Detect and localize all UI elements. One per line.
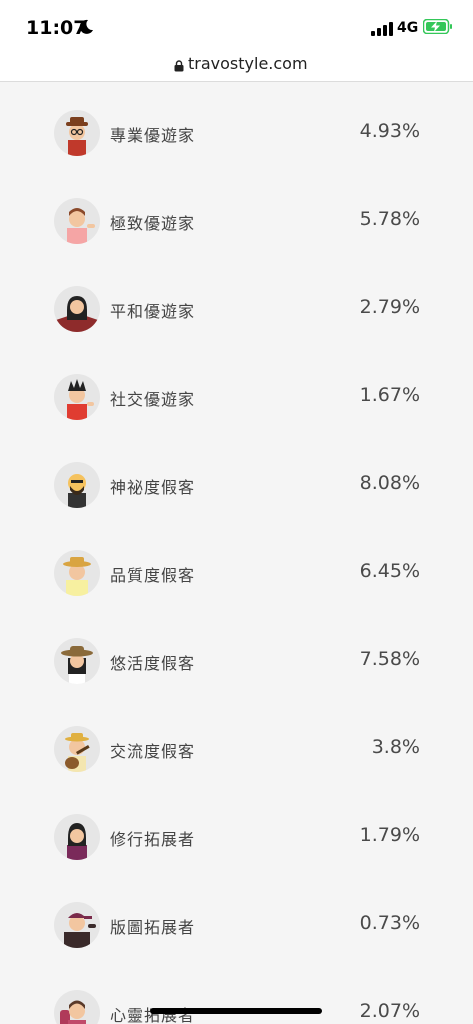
network-type: 4G [397,20,419,36]
type-name: 神祕度假客 [110,478,196,497]
home-indicator[interactable] [150,1008,322,1014]
type-percent: 7.58% [359,648,420,670]
type-name: 交流度假客 [110,742,196,761]
address-bar[interactable]: travostyle.com [0,50,473,82]
avatar-dark-hair-icon [54,814,100,860]
type-percent: 1.67% [359,384,420,406]
moon-icon [78,19,94,39]
type-percent: 2.79% [359,296,420,318]
avatar-pink-shirt-icon [54,198,100,244]
list-item[interactable]: 神祕度假客 8.08% [0,434,473,522]
type-percent: 5.78% [359,208,420,230]
type-percent: 2.07% [359,1000,420,1022]
list-item[interactable]: 修行拓展者 1.79% [0,786,473,874]
type-name: 版圖拓展者 [110,918,196,937]
list-item[interactable]: 極致優遊家 5.78% [0,170,473,258]
avatar-straw-hat-icon [54,550,100,596]
type-percent: 3.8% [371,736,420,758]
avatar-cap-icon [54,902,100,948]
url-text: travostyle.com [188,54,308,73]
type-percent: 1.79% [359,824,420,846]
type-percent: 8.08% [359,472,420,494]
type-name: 專業優遊家 [110,126,196,145]
type-percent: 0.73% [359,912,420,934]
avatar-backpacker-icon [54,990,100,1024]
type-name: 悠活度假客 [110,654,196,673]
status-bar: 11:07 4G [0,0,473,50]
type-name: 品質度假客 [110,566,196,585]
avatar-bearded-icon [54,462,100,508]
list-item[interactable]: 心靈拓展者 2.07% [0,962,473,1024]
list-item[interactable]: 交流度假客 3.8% [0,698,473,786]
list-item[interactable]: 品質度假客 6.45% [0,522,473,610]
type-name: 社交優遊家 [110,390,196,409]
battery-charging-icon [422,18,453,38]
type-name: 極致優遊家 [110,214,196,233]
type-percent: 4.93% [359,120,420,142]
list-item[interactable]: 平和優遊家 2.79% [0,258,473,346]
list-item[interactable]: 專業優遊家 4.93% [0,82,473,170]
avatar-sun-hat-icon [54,638,100,684]
avatar-guitar-icon [54,726,100,772]
type-name: 修行拓展者 [110,830,196,849]
list-item[interactable]: 悠活度假客 7.58% [0,610,473,698]
lock-icon [174,57,184,76]
signal-icon [371,21,393,40]
list-item[interactable]: 版圖拓展者 0.73% [0,874,473,962]
type-percent: 6.45% [359,560,420,582]
avatar-long-hair-icon [54,286,100,332]
list-item[interactable]: 社交優遊家 1.67% [0,346,473,434]
type-name: 平和優遊家 [110,302,196,321]
avatar-hat-glasses-icon [54,110,100,156]
avatar-spiky-hair-icon [54,374,100,420]
travel-type-list: 專業優遊家 4.93% 極致優遊家 5.78% 平和優遊家 2.79% 社交優遊… [0,82,473,1024]
